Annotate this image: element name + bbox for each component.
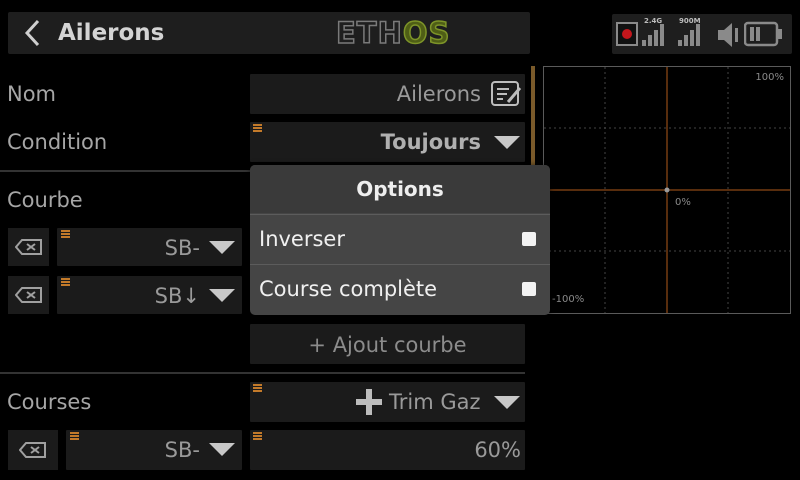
chart-bottom-label: -100% — [552, 294, 585, 305]
chevron-down-icon — [494, 396, 520, 409]
curve-label: Courbe — [7, 188, 83, 212]
delete-icon — [19, 442, 46, 458]
chart-top-label: 100% — [755, 72, 784, 83]
delete-icon — [14, 287, 42, 303]
chevron-down-icon — [209, 443, 235, 456]
invert-checkbox[interactable] — [522, 232, 536, 246]
signal-2g4-icon — [642, 24, 664, 46]
divider — [0, 372, 525, 374]
record-icon — [616, 22, 638, 46]
courses-source-value: Trim Gaz — [389, 390, 481, 414]
delete-curve-button[interactable] — [8, 228, 49, 266]
back-button[interactable] — [14, 12, 50, 54]
chevron-left-icon — [24, 19, 40, 47]
option-invert-row[interactable]: Inverser — [250, 214, 550, 265]
speaker-icon — [718, 23, 738, 47]
option-label: Course complète — [259, 277, 438, 301]
name-label: Nom — [7, 82, 57, 106]
add-curve-label: + Ajout courbe — [308, 333, 467, 357]
full-course-checkbox[interactable] — [522, 282, 536, 296]
condition-value: Toujours — [380, 130, 481, 154]
chevron-down-icon — [494, 136, 520, 149]
edit-icon[interactable] — [490, 80, 522, 108]
chart-grid — [544, 67, 790, 313]
page-title: Ailerons — [58, 20, 165, 46]
delete-curve-button[interactable] — [8, 276, 49, 314]
condition-label: Condition — [7, 130, 108, 154]
signal-900m-icon — [678, 24, 700, 46]
trim-icon — [356, 389, 382, 415]
curve-source-value: SB- — [164, 236, 200, 260]
chart-center-label: 0% — [675, 197, 691, 208]
courses-value: 60% — [474, 438, 521, 462]
drag-handle-icon — [253, 432, 262, 440]
courses-switch-value: SB- — [164, 438, 200, 462]
drag-handle-icon — [70, 432, 79, 440]
battery-icon — [744, 21, 782, 47]
ethos-logo: ETHOS — [335, 16, 451, 50]
drag-handle-icon — [61, 278, 70, 286]
delete-icon — [14, 239, 42, 255]
curve-point — [664, 187, 670, 193]
chevron-down-icon — [209, 241, 235, 254]
name-value: Ailerons — [396, 82, 481, 106]
drag-handle-icon — [253, 124, 262, 132]
delete-course-button[interactable] — [8, 430, 58, 470]
option-label: Inverser — [259, 227, 345, 251]
option-full-course-row[interactable]: Course complète — [250, 264, 550, 315]
curve-chart: 100% 0% -100% — [543, 66, 791, 314]
courses-label: Courses — [7, 390, 92, 414]
chevron-down-icon — [209, 289, 235, 302]
drag-handle-icon — [253, 384, 262, 392]
drag-handle-icon — [61, 230, 70, 238]
curve-source-value: SB↓ — [154, 284, 200, 308]
options-dialog: Options Inverser Course complète — [250, 165, 550, 315]
dialog-title: Options — [250, 165, 550, 213]
